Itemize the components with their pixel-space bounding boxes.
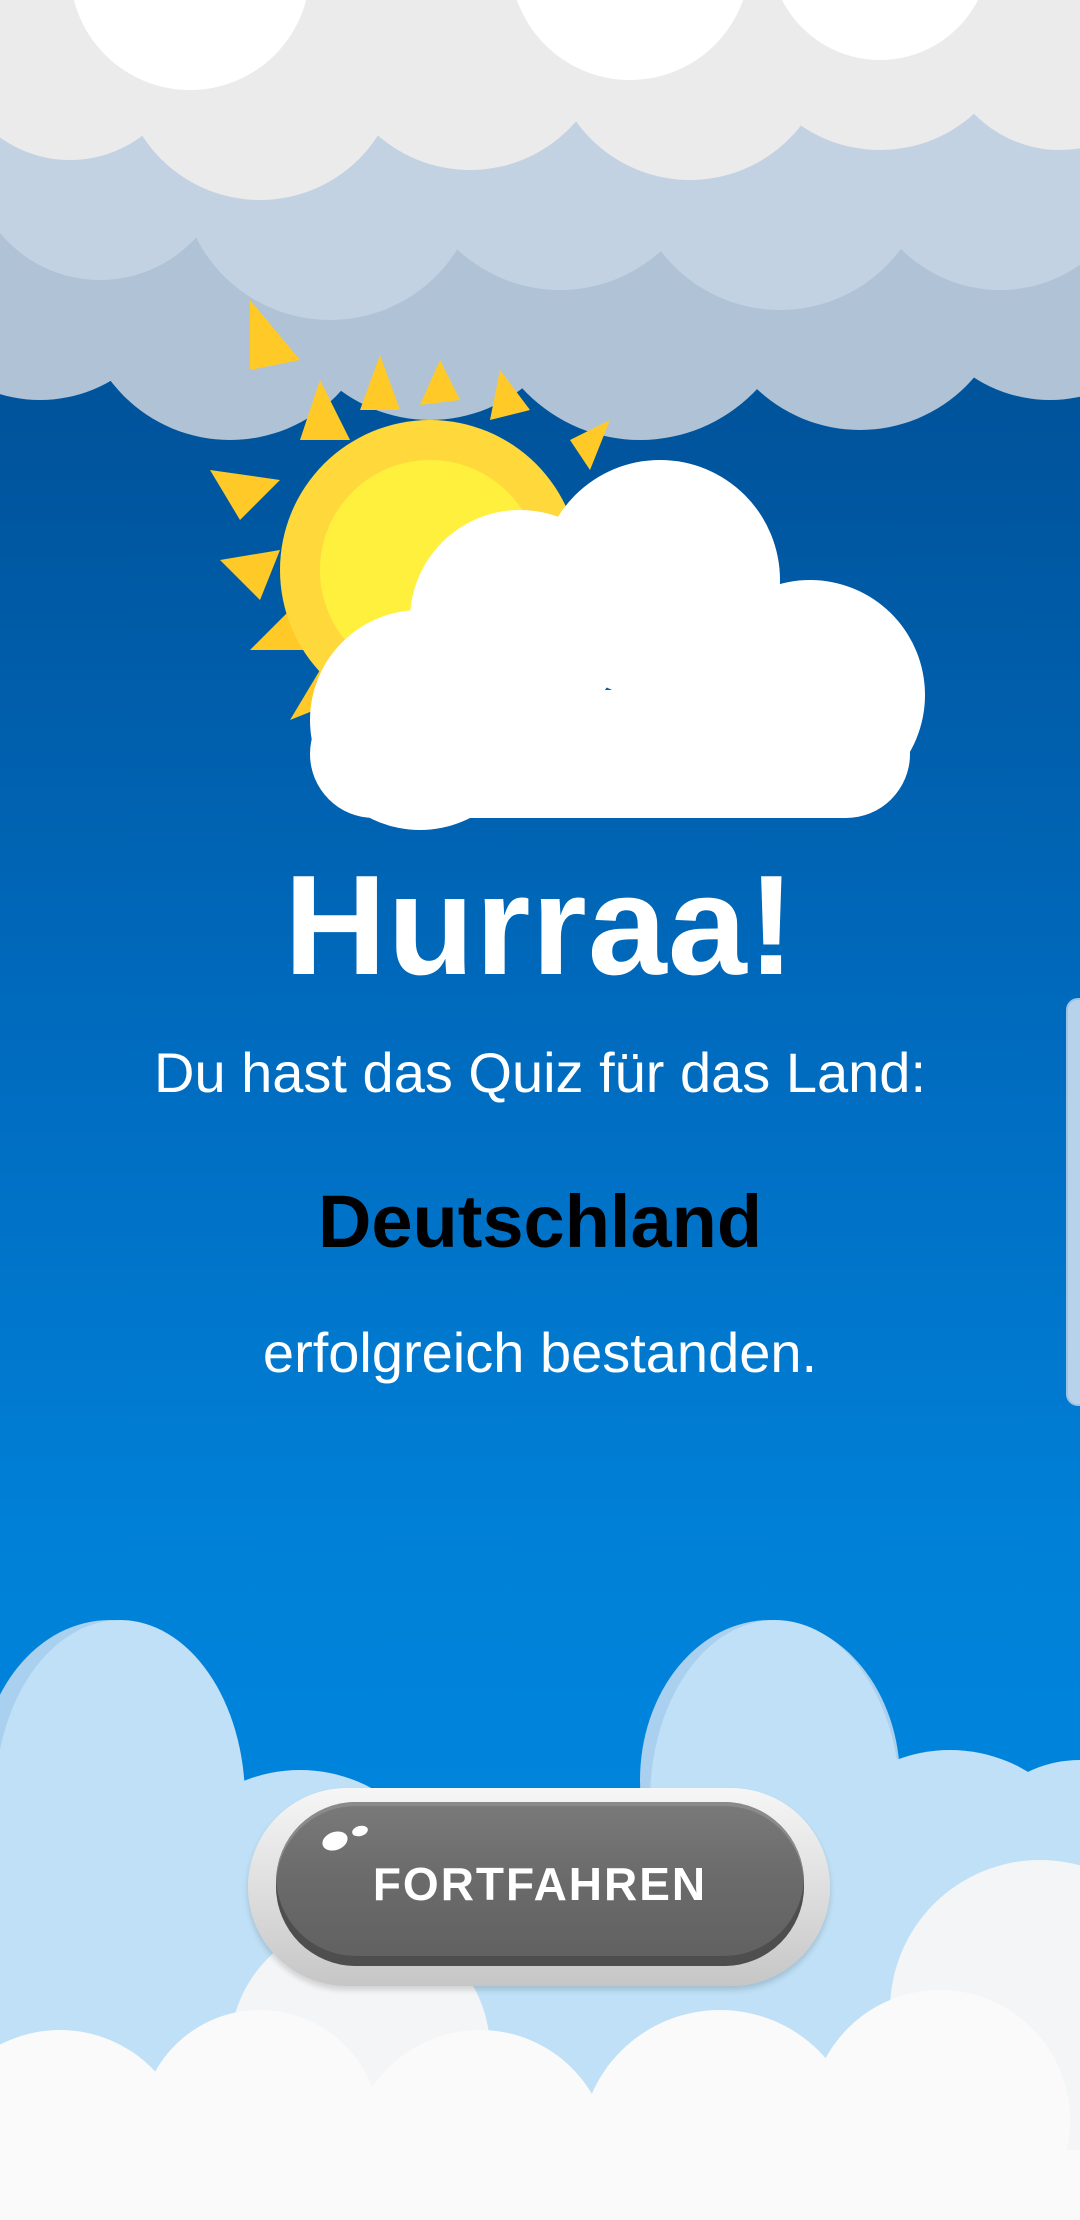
- quiz-message-intro: Du hast das Quiz für das Land:: [154, 1041, 926, 1104]
- success-title: Hurraa!: [283, 846, 797, 1005]
- continue-button-label: FORTFAHREN: [372, 1858, 708, 1910]
- quiz-success-screen: Hurraa! Du hast das Quiz für das Land: D…: [0, 0, 1080, 2220]
- sun-behind-cloud-icon: [210, 300, 925, 830]
- continue-button-face: FORTFAHREN: [276, 1802, 804, 1966]
- quiz-message-outro: erfolgreich bestanden.: [262, 1321, 818, 1384]
- continue-button[interactable]: FORTFAHREN: [248, 1788, 830, 1986]
- country-name: Deutschland: [317, 1180, 763, 1263]
- edge-panel-handle[interactable]: [1066, 998, 1080, 1406]
